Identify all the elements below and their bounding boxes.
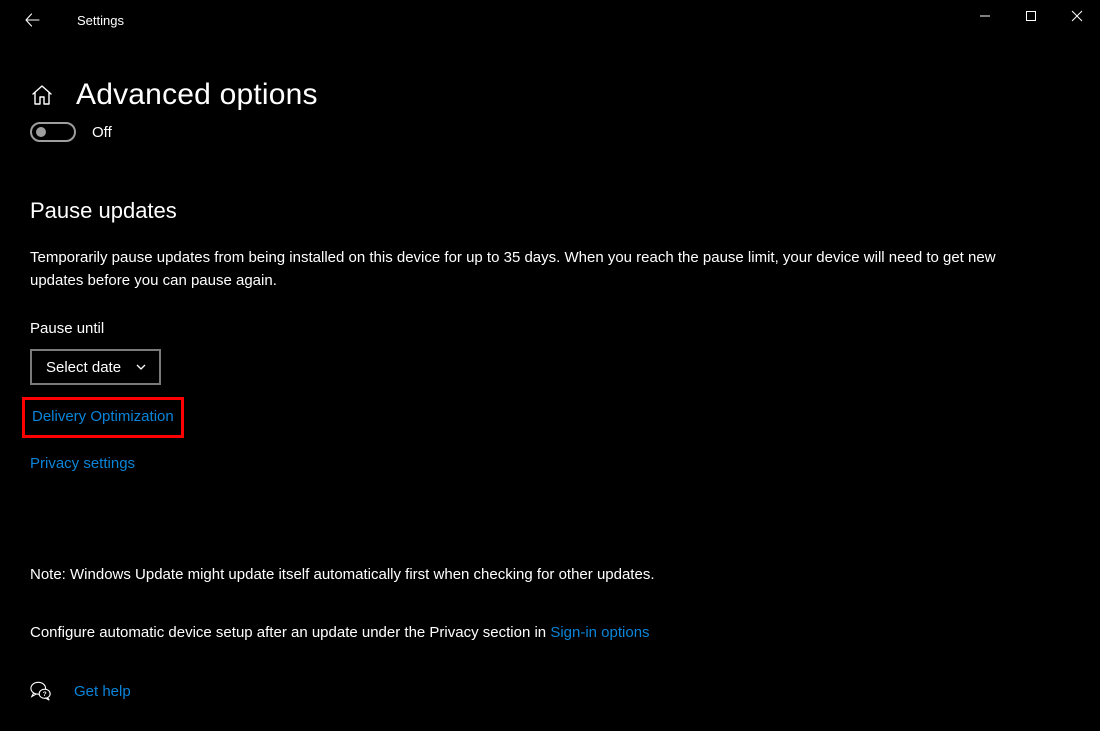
chat-icon-wrap: ? bbox=[30, 680, 52, 702]
minimize-icon bbox=[979, 10, 991, 22]
delivery-optimization-link[interactable]: Delivery Optimization bbox=[32, 408, 174, 425]
maximize-button[interactable] bbox=[1008, 0, 1054, 32]
window-controls bbox=[962, 0, 1100, 40]
configure-prefix: Configure automatic device setup after a… bbox=[30, 624, 550, 641]
close-icon bbox=[1071, 10, 1083, 22]
pause-updates-description: Temporarily pause updates from being ins… bbox=[30, 247, 1050, 292]
select-date-label: Select date bbox=[46, 359, 121, 376]
chevron-down-icon bbox=[135, 361, 147, 373]
close-button[interactable] bbox=[1054, 0, 1100, 32]
toggle-row: Off bbox=[30, 122, 1070, 142]
privacy-settings-link[interactable]: Privacy settings bbox=[30, 455, 1070, 472]
pause-until-label: Pause until bbox=[30, 320, 1070, 337]
configure-note: Configure automatic device setup after a… bbox=[30, 622, 1070, 645]
home-icon-wrap bbox=[30, 83, 54, 107]
toggle-knob bbox=[36, 127, 46, 137]
signin-options-link[interactable]: Sign-in options bbox=[550, 624, 649, 641]
content-area: Advanced options Off Pause updates Tempo… bbox=[0, 40, 1100, 702]
pause-updates-heading: Pause updates bbox=[30, 198, 1070, 224]
titlebar: Settings bbox=[0, 0, 1100, 40]
back-button[interactable] bbox=[18, 6, 46, 34]
svg-text:?: ? bbox=[43, 691, 47, 698]
highlight-annotation: Delivery Optimization bbox=[22, 397, 184, 438]
windows-update-note: Note: Windows Update might update itself… bbox=[30, 564, 1070, 587]
chat-help-icon: ? bbox=[30, 680, 52, 702]
get-help-row: ? Get help bbox=[30, 680, 1070, 702]
arrow-left-icon bbox=[23, 11, 41, 29]
maximize-icon bbox=[1025, 10, 1037, 22]
get-help-link[interactable]: Get help bbox=[74, 683, 131, 700]
app-title: Settings bbox=[77, 13, 124, 28]
feature-toggle[interactable] bbox=[30, 122, 76, 142]
toggle-state-label: Off bbox=[92, 124, 112, 141]
minimize-button[interactable] bbox=[962, 0, 1008, 32]
page-header: Advanced options bbox=[30, 78, 1070, 112]
home-icon bbox=[30, 83, 54, 107]
page-title: Advanced options bbox=[76, 78, 318, 112]
pause-until-select[interactable]: Select date bbox=[30, 349, 161, 385]
